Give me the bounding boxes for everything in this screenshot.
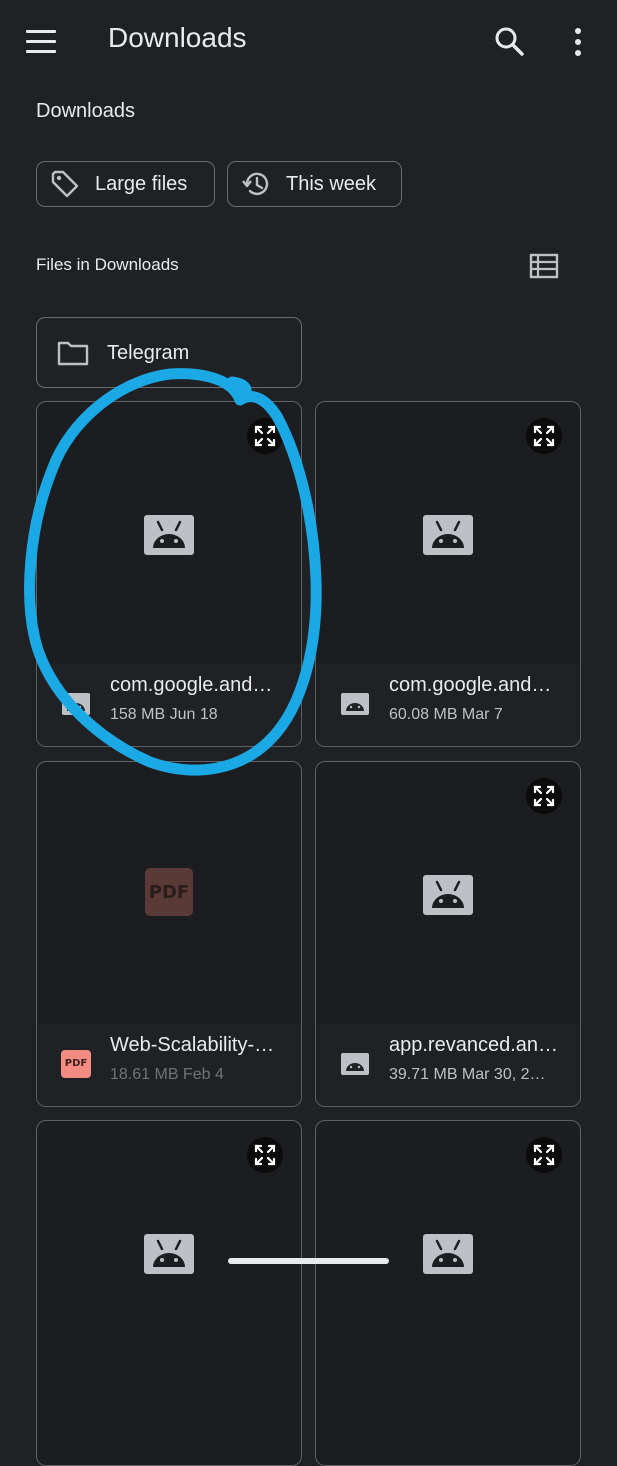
file-card[interactable] (315, 1120, 581, 1466)
menu-icon[interactable] (26, 30, 56, 54)
app-bar: Downloads (0, 0, 617, 82)
chip-this-week[interactable]: This week (227, 161, 402, 207)
file-card[interactable]: com.google.and… 60.08 MB Mar 7 (315, 401, 581, 747)
folder-icon (57, 341, 89, 366)
file-card-footer: app.revanced.an… 39.71 MB Mar 30, 2… (316, 1024, 580, 1106)
file-card[interactable]: com.google.and… 158 MB Jun 18 (36, 401, 302, 747)
files-section-header: Files in Downloads (36, 255, 179, 274)
android-icon (341, 1053, 369, 1075)
pdf-icon: PDF (145, 868, 193, 916)
more-vert-icon[interactable] (568, 26, 588, 58)
label-tag-icon (51, 170, 79, 198)
chip-large-files-label: Large files (95, 172, 188, 195)
file-meta: 39.71 MB Mar 30, 2… (389, 1066, 546, 1083)
expand-icon[interactable] (526, 418, 562, 454)
section-title: Downloads (36, 100, 135, 122)
file-name: Web-Scalability-… (110, 1034, 275, 1056)
expand-icon[interactable] (247, 418, 283, 454)
chip-large-files[interactable]: Large files (36, 161, 215, 207)
file-name: app.revanced.an… (389, 1034, 559, 1056)
history-icon (242, 172, 269, 196)
file-card-footer: PDF Web-Scalability-… 18.61 MB Feb 4 (37, 1024, 301, 1106)
file-card-footer: com.google.and… 158 MB Jun 18 (37, 664, 301, 746)
android-icon (144, 515, 194, 555)
pdf-badge-text: PDF (64, 1058, 88, 1069)
file-card-footer: com.google.and… 60.08 MB Mar 7 (316, 664, 580, 746)
android-icon (341, 693, 369, 715)
pdf-badge-text: PDF (148, 882, 190, 903)
file-card[interactable]: app.revanced.an… 39.71 MB Mar 30, 2… (315, 761, 581, 1107)
pdf-icon: PDF (61, 1050, 91, 1078)
android-icon (423, 515, 473, 555)
file-name: com.google.and… (110, 674, 273, 696)
expand-icon[interactable] (247, 1137, 283, 1173)
android-icon (423, 1234, 473, 1274)
app-title: Downloads (108, 22, 247, 53)
expand-icon[interactable] (526, 1137, 562, 1173)
file-card[interactable]: PDF PDF Web-Scalability-… 18.61 MB Feb 4 (36, 761, 302, 1107)
file-name: com.google.and… (389, 674, 552, 696)
android-icon (62, 693, 90, 715)
folder-telegram[interactable]: Telegram (36, 317, 302, 388)
file-meta: 60.08 MB Mar 7 (389, 706, 503, 723)
android-icon (423, 875, 473, 915)
expand-icon[interactable] (526, 778, 562, 814)
list-view-icon[interactable] (529, 252, 559, 280)
search-icon[interactable] (492, 24, 526, 58)
home-indicator[interactable] (228, 1258, 389, 1264)
folder-name: Telegram (107, 342, 190, 364)
file-meta: 18.61 MB Feb 4 (110, 1066, 224, 1083)
file-card[interactable] (36, 1120, 302, 1466)
android-icon (144, 1234, 194, 1274)
chip-this-week-label: This week (286, 172, 377, 195)
file-meta: 158 MB Jun 18 (110, 706, 218, 723)
